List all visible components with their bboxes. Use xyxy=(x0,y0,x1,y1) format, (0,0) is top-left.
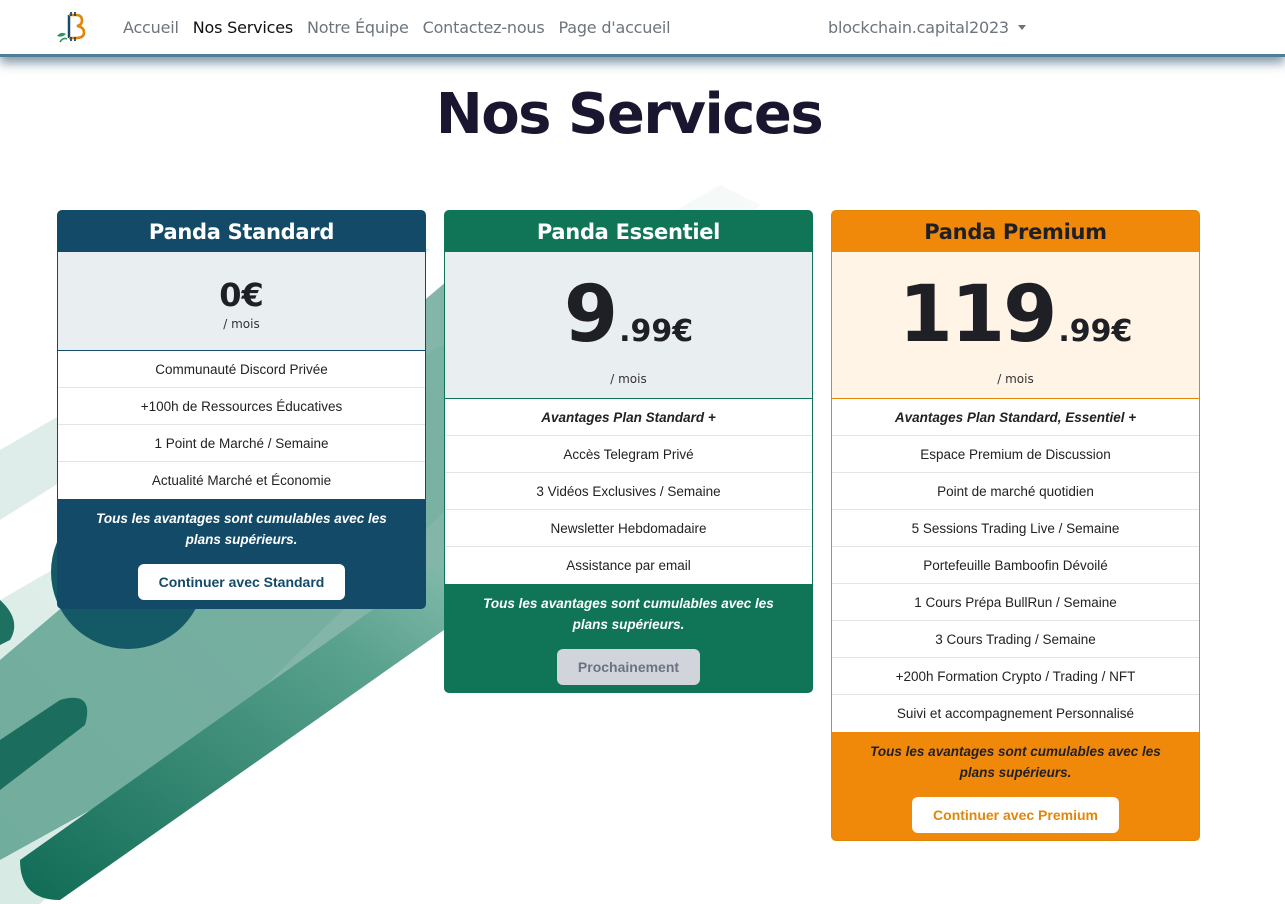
chevron-down-icon xyxy=(1017,24,1026,30)
feature-item: Portefeuille Bamboofin Dévoilé xyxy=(832,547,1199,584)
feature-list: Communauté Discord Privée +100h de Resso… xyxy=(58,351,425,499)
feature-item: Newsletter Hebdomadaire xyxy=(445,510,812,547)
cumulative-note: Tous les avantages sont cumulables avec … xyxy=(96,511,387,547)
feature-item: 3 Cours Trading / Semaine xyxy=(832,621,1199,658)
card-footer: Tous les avantages sont cumulables avec … xyxy=(58,499,425,600)
account-dropdown[interactable]: blockchain.capital2023 xyxy=(828,0,1026,54)
plan-name: Panda Standard xyxy=(58,211,425,252)
nav-link-accueil[interactable]: Accueil xyxy=(116,18,186,37)
top-navbar: Accueil Nos Services Notre Équipe Contac… xyxy=(0,0,1285,57)
feature-item: 3 Vidéos Exclusives / Semaine xyxy=(445,473,812,510)
feature-list: Avantages Plan Standard + Accès Telegram… xyxy=(445,399,812,584)
page-title: Nos Services xyxy=(435,82,824,147)
price-cents: .99€ xyxy=(619,314,694,349)
plan-card-standard: Panda Standard 0€ / mois Communauté Disc… xyxy=(57,210,426,609)
feature-item: Point de marché quotidien xyxy=(832,473,1199,510)
continue-standard-button[interactable]: Continuer avec Standard xyxy=(137,564,346,600)
feature-item: 1 Point de Marché / Semaine xyxy=(58,425,425,462)
feature-item: 1 Cours Prépa BullRun / Semaine xyxy=(832,584,1199,621)
price-main: 119 xyxy=(898,270,1058,360)
feature-item: Accès Telegram Privé xyxy=(445,436,812,473)
nav-link-notre-equipe[interactable]: Notre Équipe xyxy=(300,18,416,37)
price-period: / mois xyxy=(223,317,260,331)
feature-item: Suivi et accompagnement Personnalisé xyxy=(896,706,1135,721)
account-name: blockchain.capital2023 xyxy=(828,17,1009,37)
feature-item: +200h Formation Crypto / Trading / NFT xyxy=(832,658,1199,695)
price-cents: .99€ xyxy=(1058,314,1133,349)
price-main: 0€ xyxy=(219,276,264,314)
price-box: 9 .99€ / mois xyxy=(445,252,812,399)
prochainement-button[interactable]: Prochainement xyxy=(556,649,701,685)
card-footer: Tous les avantages sont cumulables avec … xyxy=(832,732,1199,833)
nav-link-nos-services[interactable]: Nos Services xyxy=(186,18,300,37)
price-period: / mois xyxy=(610,372,647,386)
nav-links: Accueil Nos Services Notre Équipe Contac… xyxy=(116,0,677,54)
price-box: 0€ / mois xyxy=(58,252,425,351)
feature-item: 5 Sessions Trading Live / Semaine xyxy=(832,510,1199,547)
feature-item: Avantages Plan Standard, Essentiel + xyxy=(832,399,1199,436)
plan-name: Panda Premium xyxy=(832,211,1199,252)
feature-list: Avantages Plan Standard, Essentiel + Esp… xyxy=(832,399,1199,732)
cumulative-note: Tous les avantages sont cumulables avec … xyxy=(870,744,1161,780)
plan-card-essentiel: Panda Essentiel 9 .99€ / mois Avantages … xyxy=(444,210,813,693)
price-period: / mois xyxy=(997,372,1034,386)
feature-item: +100h de Ressources Éducatives xyxy=(58,388,425,425)
card-footer: Tous les avantages sont cumulables avec … xyxy=(445,584,812,685)
feature-item: Assistance par email xyxy=(566,558,691,573)
feature-item: Actualité Marché et Économie xyxy=(151,473,332,488)
price-box: 119 .99€ / mois xyxy=(832,252,1199,399)
price-main: 9 xyxy=(563,270,618,360)
plan-card-premium: Panda Premium 119 .99€ / mois Avantages … xyxy=(831,210,1200,841)
plan-name: Panda Essentiel xyxy=(445,211,812,252)
cumulative-note: Tous les avantages sont cumulables avec … xyxy=(483,596,774,632)
nav-link-contactez-nous[interactable]: Contactez-nous xyxy=(416,18,552,37)
continue-premium-button[interactable]: Continuer avec Premium xyxy=(912,797,1119,833)
nav-link-page-accueil[interactable]: Page d'accueil xyxy=(552,18,678,37)
bitcoin-logo-icon[interactable] xyxy=(55,9,89,43)
feature-item: Espace Premium de Discussion xyxy=(832,436,1199,473)
feature-item: Avantages Plan Standard + xyxy=(445,399,812,436)
feature-item: Communauté Discord Privée xyxy=(58,351,425,388)
